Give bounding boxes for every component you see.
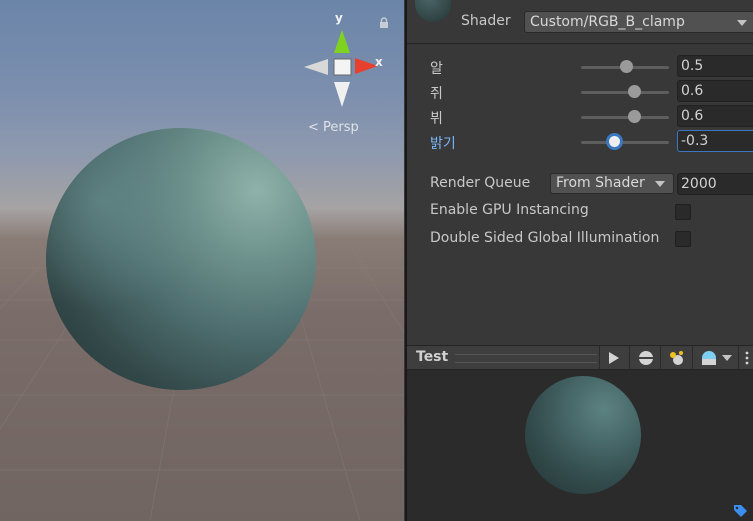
property-value-field[interactable]: -0.3 [677,130,753,152]
shader-value: Custom/RGB_B_clamp [530,14,685,30]
property-label: 밝기 [430,136,456,152]
material-thumbnail [415,0,451,22]
sphere-icon[interactable] [638,350,654,366]
shader-dropdown[interactable]: Custom/RGB_B_clamp [524,11,753,33]
property-slider-track[interactable] [581,91,669,94]
divider [738,346,739,370]
inspector-panel: Shader Custom/RGB_B_clamp 알 0.5 쥐 0.6 뷔 … [405,0,753,521]
property-slider-track[interactable] [581,116,669,119]
skybox-icon[interactable] [701,350,717,366]
property-label: 뷔 [430,111,443,127]
gpu-instancing-checkbox[interactable] [675,204,691,220]
chevron-down-icon [737,20,747,26]
divider [407,43,753,44]
material-sphere[interactable] [46,128,316,390]
divider [629,346,630,370]
render-queue-value-field[interactable]: 2000 [677,173,753,195]
chevron-down-icon [655,181,665,187]
property-value-field[interactable]: 0.6 [677,105,753,127]
preview-drag-handle[interactable] [455,354,597,363]
play-icon[interactable] [605,350,621,366]
preview-toolbar: Test [407,345,753,370]
property-value-field[interactable]: 0.5 [677,55,753,77]
scene-view[interactable]: y x < Persp [0,0,404,521]
divider [599,346,600,370]
property-row-brightness: 밝기 -0.3 [407,130,753,154]
lights-icon[interactable] [669,350,685,366]
chevron-down-icon[interactable] [722,355,732,361]
property-label: 알 [430,61,443,77]
divider [660,346,661,370]
property-slider-handle[interactable] [628,85,641,98]
property-slider-handle[interactable] [606,133,623,150]
back-arrow-icon: < [308,120,319,135]
property-slider-handle[interactable] [620,60,633,73]
render-queue-label: Render Queue [430,175,531,191]
persp-label[interactable]: < Persp [308,120,359,135]
preview-title: Test [416,349,449,365]
double-sided-gi-label: Double Sided Global Illumination [430,230,660,246]
property-value-field[interactable]: 0.6 [677,80,753,102]
property-label: 쥐 [430,86,443,102]
double-sided-gi-checkbox[interactable] [675,231,691,247]
gizmo-y-label: y [335,11,343,25]
gizmo-x-label: x [375,55,383,69]
preview-sphere [525,376,641,494]
more-icon[interactable] [743,350,751,366]
divider [692,346,693,370]
property-slider-track[interactable] [581,141,669,144]
property-row-jwi: 쥐 0.6 [407,80,753,104]
shader-label: Shader [461,13,511,29]
gpu-instancing-label: Enable GPU Instancing [430,202,589,218]
property-slider-handle[interactable] [628,110,641,123]
property-row-bwi: 뷔 0.6 [407,105,753,129]
render-queue-dropdown[interactable]: From Shader [550,173,674,194]
render-queue-mode: From Shader [556,175,645,191]
material-preview[interactable] [407,370,753,521]
label-tag-icon[interactable] [732,503,748,519]
lock-icon[interactable] [378,17,390,29]
property-row-al: 알 0.5 [407,55,753,79]
